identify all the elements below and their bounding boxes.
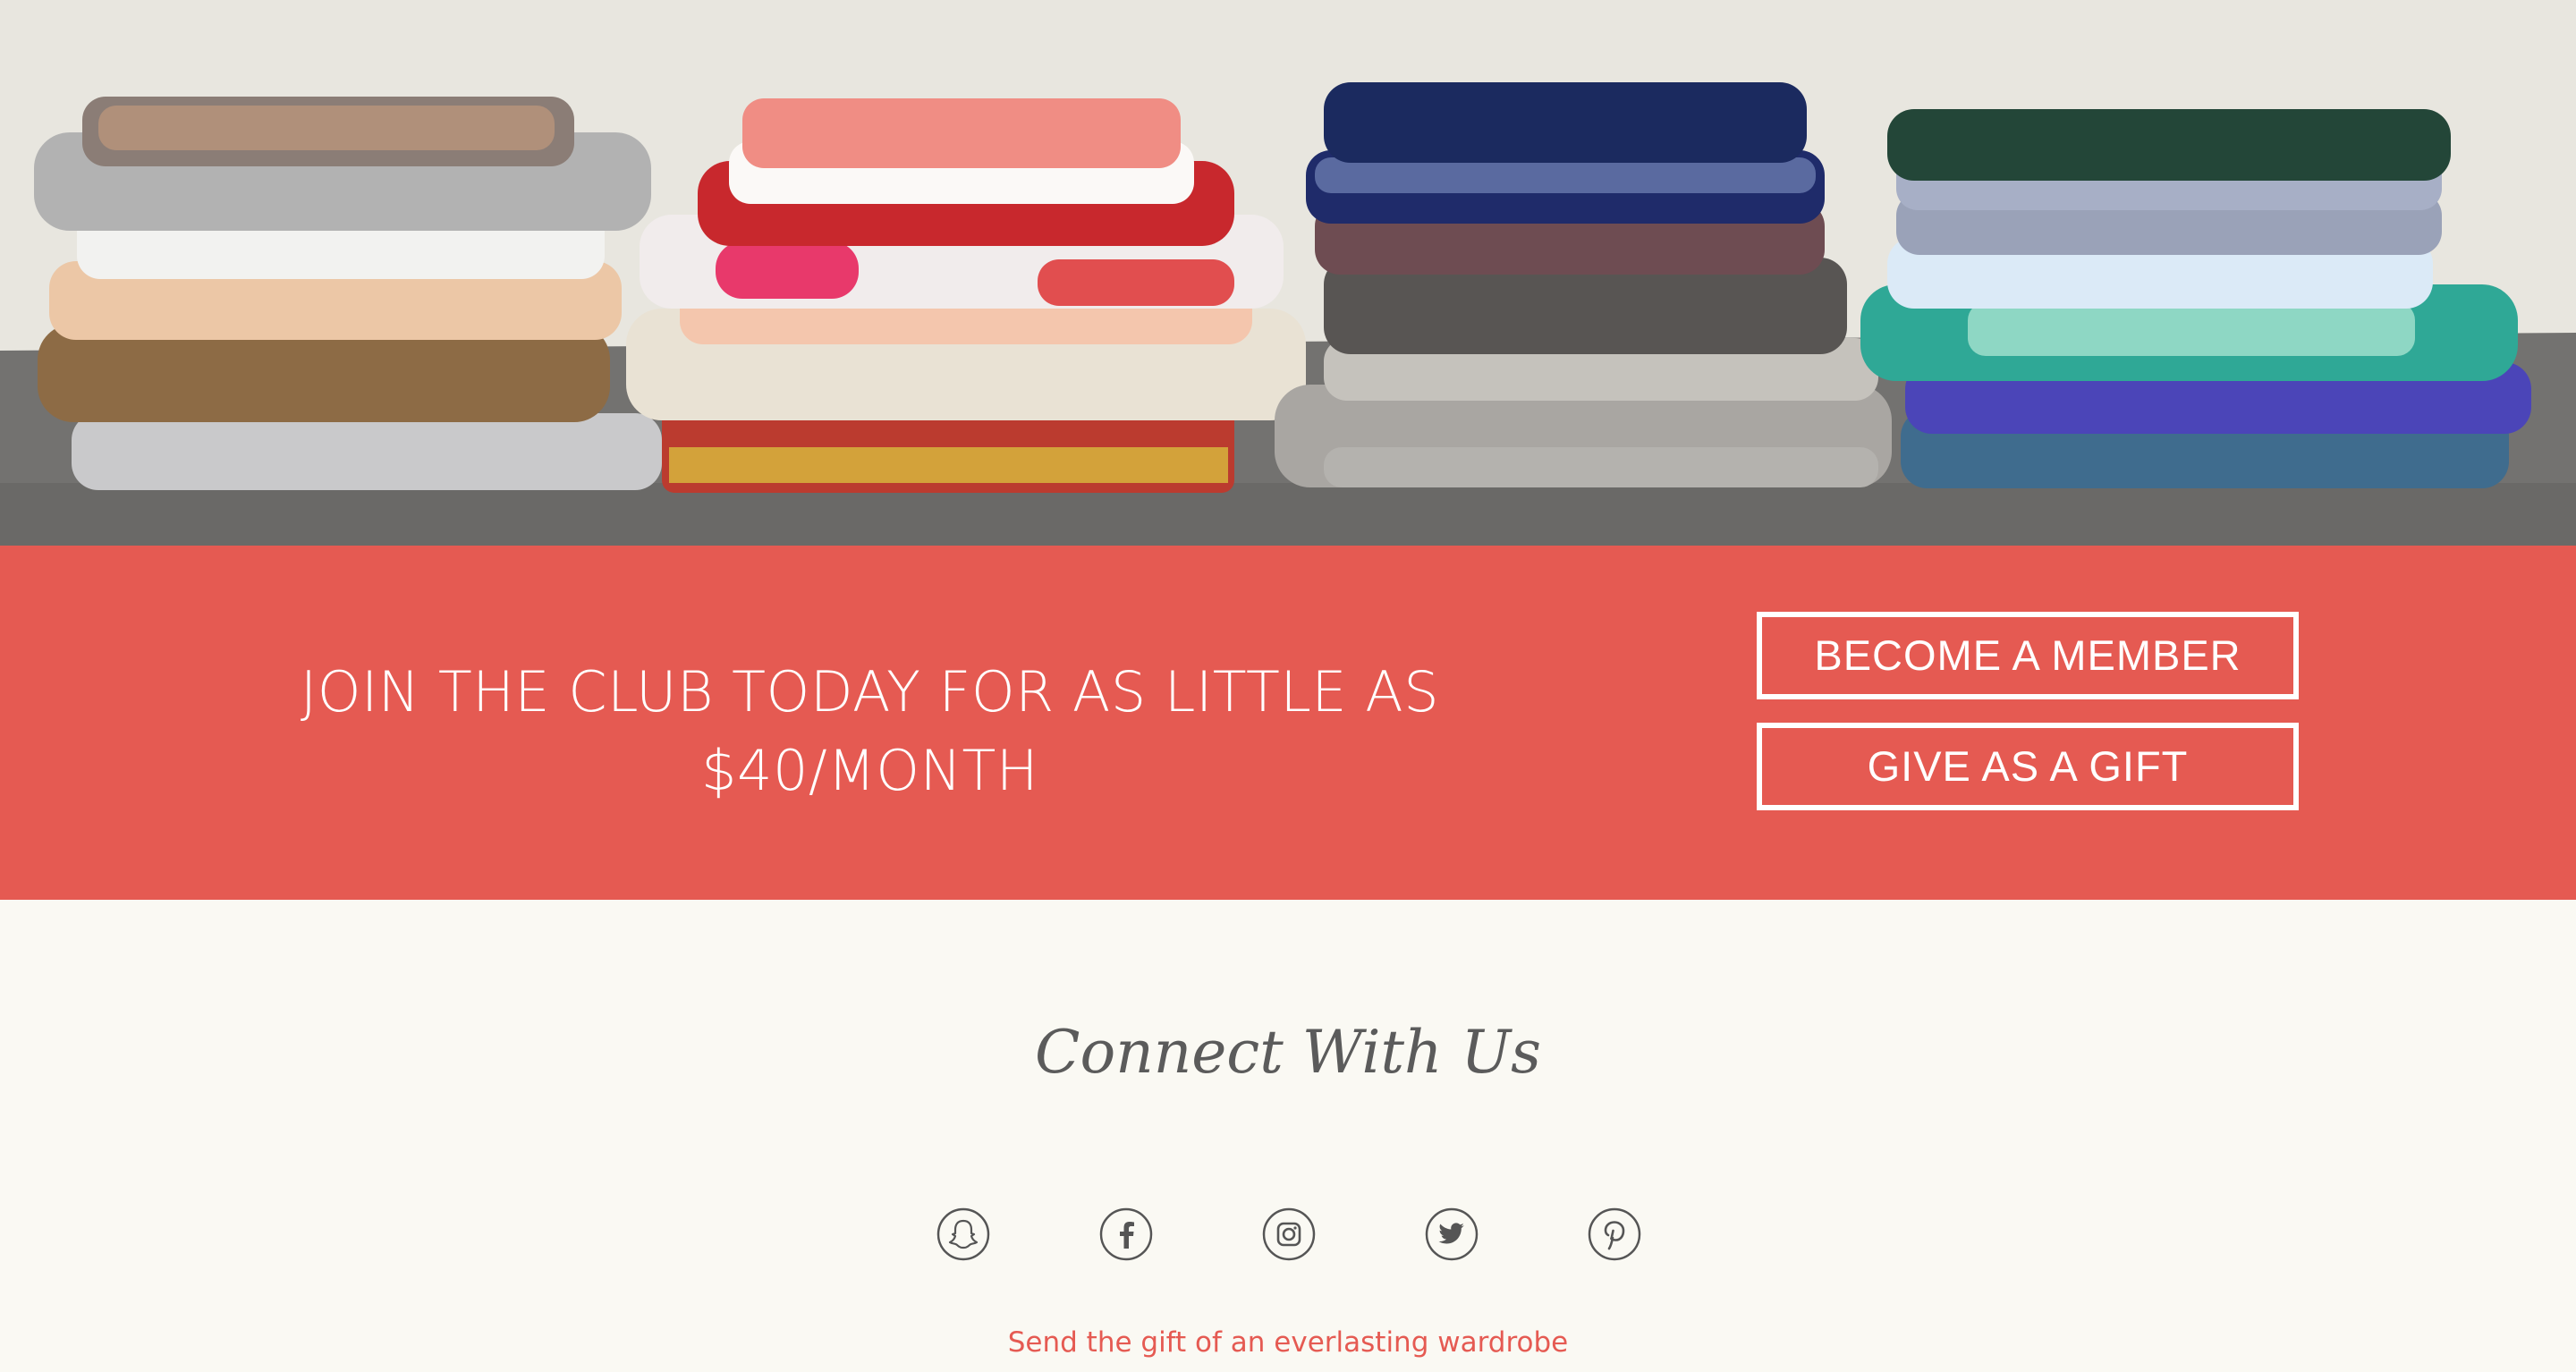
cta-headline-line-1: JOIN THE CLUB TODAY FOR AS LITTLE AS	[300, 659, 1440, 724]
give-as-gift-button[interactable]: GIVE AS A GIFT	[1757, 723, 2299, 810]
cta-headline-line-2: $40/MONTH	[701, 738, 1038, 803]
cta-headline: JOIN THE CLUB TODAY FOR AS LITTLE AS $40…	[268, 653, 1471, 810]
clothing-stack-1	[34, 97, 662, 490]
folded-clothes-stacks-image	[0, 82, 2576, 546]
connect-heading: Connect With Us	[1034, 1018, 1542, 1087]
hero-photo	[0, 0, 2576, 546]
pinterest-icon[interactable]	[1587, 1207, 1642, 1262]
snapchat-icon[interactable]	[936, 1207, 991, 1262]
membership-cta-band: JOIN THE CLUB TODAY FOR AS LITTLE AS $40…	[0, 546, 2576, 900]
twitter-icon[interactable]	[1424, 1207, 1479, 1262]
gift-tagline-link[interactable]: Send the gift of an everlasting wardrobe	[0, 1326, 2576, 1359]
clothing-stack-4	[1860, 109, 2531, 488]
instagram-icon[interactable]	[1261, 1207, 1317, 1262]
become-member-button[interactable]: BECOME A MEMBER	[1757, 612, 2299, 699]
facebook-icon[interactable]	[1098, 1207, 1154, 1262]
clothing-stack-3	[1275, 82, 1892, 487]
clothing-stack-2	[626, 98, 1306, 493]
